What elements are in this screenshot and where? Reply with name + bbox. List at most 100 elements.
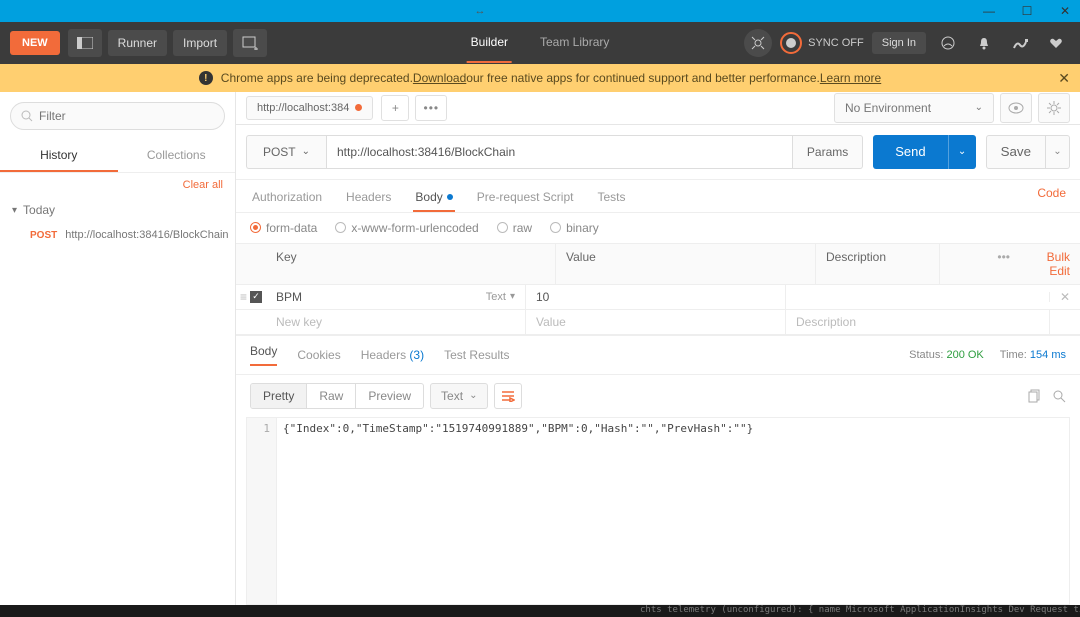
response-format-select[interactable]: Text⌄ (430, 383, 488, 409)
tab-options-button[interactable]: ••• (415, 95, 447, 121)
tab-swap-icon[interactable]: ↔ (475, 5, 486, 17)
banner-learn-link[interactable]: Learn more (820, 71, 881, 85)
send-options-button[interactable]: ⌄ (948, 135, 976, 169)
response-code[interactable]: {"Index":0,"TimeStamp":"1519740991889","… (277, 418, 1069, 604)
view-preview[interactable]: Preview (356, 384, 423, 408)
kv-row-handle[interactable]: ≡ ✓ (236, 290, 266, 304)
url-input[interactable] (326, 135, 793, 169)
response-view-segment: Pretty Raw Preview (250, 383, 424, 409)
history-group-label: Today (23, 203, 55, 217)
sidebar-tab-collections[interactable]: Collections (118, 140, 236, 172)
method-label: POST (263, 145, 296, 159)
runner-button[interactable]: Runner (108, 30, 167, 56)
drag-icon: ≡ (240, 290, 247, 304)
tab-team-library[interactable]: Team Library (536, 23, 613, 63)
subtab-prerequest[interactable]: Pre-request Script (475, 184, 576, 212)
toggle-sidebar-icon[interactable] (68, 29, 102, 57)
kv-newkey-cell[interactable]: New key (266, 310, 526, 334)
checkbox-checked-icon[interactable]: ✓ (250, 291, 262, 303)
subtab-headers[interactable]: Headers (344, 184, 393, 212)
subtab-tests[interactable]: Tests (595, 184, 627, 212)
history-group-today[interactable]: ▾ Today (0, 197, 235, 223)
banner-text-1: Chrome apps are being deprecated. (221, 71, 413, 85)
tab-builder[interactable]: Builder (467, 23, 512, 63)
subtab-body[interactable]: Body (413, 184, 454, 212)
info-icon: ! (199, 71, 213, 85)
request-tab[interactable]: http://localhost:384 (246, 96, 373, 120)
signin-button[interactable]: Sign In (872, 32, 926, 54)
save-options-button[interactable]: ⌄ (1046, 135, 1070, 169)
deprecation-banner: ! Chrome apps are being deprecated. Down… (0, 64, 1080, 92)
unsaved-dot-icon (355, 104, 362, 111)
code-link[interactable]: Code (1037, 186, 1066, 200)
kv-row: ≡ ✓ BPM Text ▾ 10 ✕ (236, 285, 1080, 310)
environment-select[interactable]: No Environment ⌄ (834, 93, 994, 123)
sync-status[interactable]: SYNC OFF (780, 32, 864, 54)
kv-desc-cell[interactable] (786, 292, 1050, 302)
import-button[interactable]: Import (173, 30, 227, 56)
kv-head-options-icon[interactable]: ••• (940, 244, 1020, 284)
request-subtabs: Authorization Headers Body Pre-request S… (236, 180, 1080, 213)
send-button[interactable]: Send (873, 135, 947, 169)
wrap-lines-icon[interactable] (494, 383, 522, 409)
kv-newvalue-cell[interactable]: Value (526, 310, 786, 334)
view-pretty[interactable]: Pretty (251, 384, 307, 408)
filter-input[interactable] (39, 109, 214, 123)
app-toolbar: NEW Runner Import Builder Team Library S… (0, 22, 1080, 64)
kv-head-desc: Description (816, 244, 940, 284)
params-button[interactable]: Params (793, 135, 863, 169)
settings-icon[interactable] (1006, 29, 1034, 57)
sidebar-tabs: History Collections (0, 140, 235, 173)
filter-input-wrap[interactable] (10, 102, 225, 130)
history-item[interactable]: POST http://localhost:38416/BlockChain (0, 223, 235, 247)
bulk-edit-link[interactable]: Bulk Edit (1020, 244, 1080, 284)
save-button[interactable]: Save (986, 135, 1046, 169)
history-item-method: POST (30, 230, 57, 241)
heart-icon[interactable] (1042, 29, 1070, 57)
new-button[interactable]: NEW (10, 31, 60, 55)
response-tabs: Body Cookies Headers (3) Test Results St… (236, 335, 1080, 375)
radio-raw[interactable]: raw (497, 221, 532, 235)
copy-response-icon[interactable] (1028, 389, 1042, 403)
sidebar-tab-history[interactable]: History (0, 140, 118, 172)
kv-key-cell[interactable]: BPM Text ▾ (266, 285, 526, 309)
method-select[interactable]: POST ⌄ (246, 135, 326, 169)
kv-delete-icon[interactable]: ✕ (1050, 290, 1080, 304)
social-icon[interactable] (934, 29, 962, 57)
kv-value-cell[interactable]: 10 (526, 285, 786, 309)
resp-tab-cookies[interactable]: Cookies (297, 348, 340, 362)
subtab-authorization[interactable]: Authorization (250, 184, 324, 212)
environment-settings-icon[interactable] (1038, 93, 1070, 123)
sidebar-filter (10, 102, 225, 130)
response-status: 200 OK (946, 349, 983, 361)
resp-tab-body[interactable]: Body (250, 344, 277, 366)
clear-all-link[interactable]: Clear all (0, 173, 235, 197)
request-tab-label: http://localhost:384 (257, 102, 349, 114)
add-tab-button[interactable]: + (381, 95, 409, 121)
environment-label: No Environment (845, 101, 931, 115)
window-titlebar: ↔ — ☐ ✕ (0, 0, 1080, 22)
maximize-icon[interactable]: ☐ (1018, 2, 1036, 20)
search-response-icon[interactable] (1052, 389, 1066, 403)
radio-form-data[interactable]: form-data (250, 221, 317, 235)
sidebar: History Collections Clear all ▾ Today PO… (0, 92, 236, 605)
new-window-icon[interactable] (233, 29, 267, 57)
resp-tab-tests[interactable]: Test Results (444, 348, 509, 362)
kv-type-select[interactable]: Text ▾ (486, 291, 515, 303)
close-icon[interactable]: ✕ (1056, 2, 1074, 20)
kv-newdesc-cell[interactable]: Description (786, 310, 1050, 334)
capture-icon[interactable] (744, 29, 772, 57)
resp-tab-headers[interactable]: Headers (3) (361, 348, 424, 362)
radio-binary[interactable]: binary (550, 221, 599, 235)
notifications-icon[interactable] (970, 29, 998, 57)
view-raw[interactable]: Raw (307, 384, 356, 408)
banner-close-icon[interactable]: ✕ (1058, 70, 1070, 87)
response-time: 154 ms (1030, 349, 1066, 361)
environment-preview-icon[interactable] (1000, 93, 1032, 123)
request-line: POST ⌄ Params Send ⌄ Save ⌄ (236, 125, 1080, 180)
kv-row-new[interactable]: New key Value Description (236, 310, 1080, 335)
sync-icon (780, 32, 802, 54)
minimize-icon[interactable]: — (980, 2, 998, 20)
radio-urlencoded[interactable]: x-www-form-urlencoded (335, 221, 478, 235)
banner-download-link[interactable]: Download (413, 71, 466, 85)
